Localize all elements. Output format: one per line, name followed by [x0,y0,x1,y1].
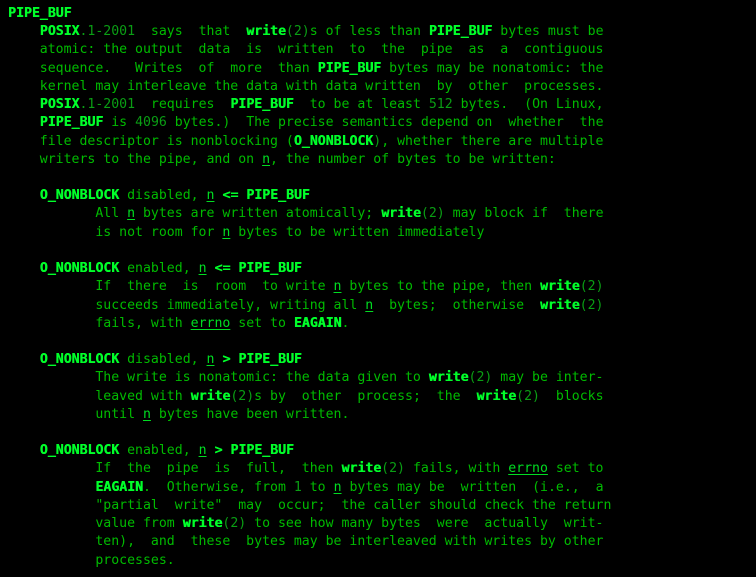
man-text-line: If there is room to write n bytes to the… [8,279,604,295]
man-text-line: POSIX.1-2001 says that write(2)s of less… [39,24,604,40]
man-text-line: succeeds immediately, writing all n byte… [8,297,604,313]
man-text-line: POSIX.1-2001 requires PIPE_BUF to be at … [39,97,604,113]
man-text-line: If the pipe is full, then write(2) fails… [8,461,604,477]
man-text-line: The write is nonatomic: the data given t… [8,370,604,386]
man-text-line: atomic: the output data is written to th… [8,42,604,58]
man-text-line: EAGAIN. Otherwise, from 1 to n bytes may… [95,479,604,495]
man-text-line: processes. [8,552,175,568]
man-text-line: file descriptor is nonblocking (O_NONBLO… [8,133,604,149]
man-subheading-line: O_NONBLOCK enabled, n > PIPE_BUF [39,443,294,459]
man-subheading-line: O_NONBLOCK enabled, n <= PIPE_BUF [39,261,302,277]
man-subheading-line: O_NONBLOCK disabled, n <= PIPE_BUF [39,188,310,204]
man-text-line: "partial write" may occur; the caller sh… [8,497,612,513]
man-text-line: kernel may interleave the data with data… [8,78,604,94]
man-text-line: sequence. Writes of more than PIPE_BUF b… [8,60,604,76]
heading-pipe-buf: PIPE_BUF [8,6,72,21]
man-text-line: ten), and these bytes may be interleaved… [8,534,604,550]
terminal-screen[interactable]: PIPE_BUF POSIX.1-2001 says that write(2)… [0,0,756,577]
man-text-line: value from write(2) to see how many byte… [8,516,604,532]
man-subheading-line: O_NONBLOCK disabled, n > PIPE_BUF [39,352,302,368]
man-text-line: writers to the pipe, and on n, the numbe… [8,151,556,167]
man-section-heading: PIPE_BUF [0,5,756,23]
man-text-line: until n bytes have been written. [8,406,350,422]
man-text-line: leaved with write(2)s by other process; … [8,388,604,404]
man-text-line: All n bytes are written atomically; writ… [8,206,604,222]
man-text-line: is not room for n bytes to be written im… [8,224,485,240]
man-text-line: fails, with errno set to EAGAIN. [8,315,350,331]
man-text-line: PIPE_BUF is 4096 bytes.) The precise sem… [39,115,604,131]
